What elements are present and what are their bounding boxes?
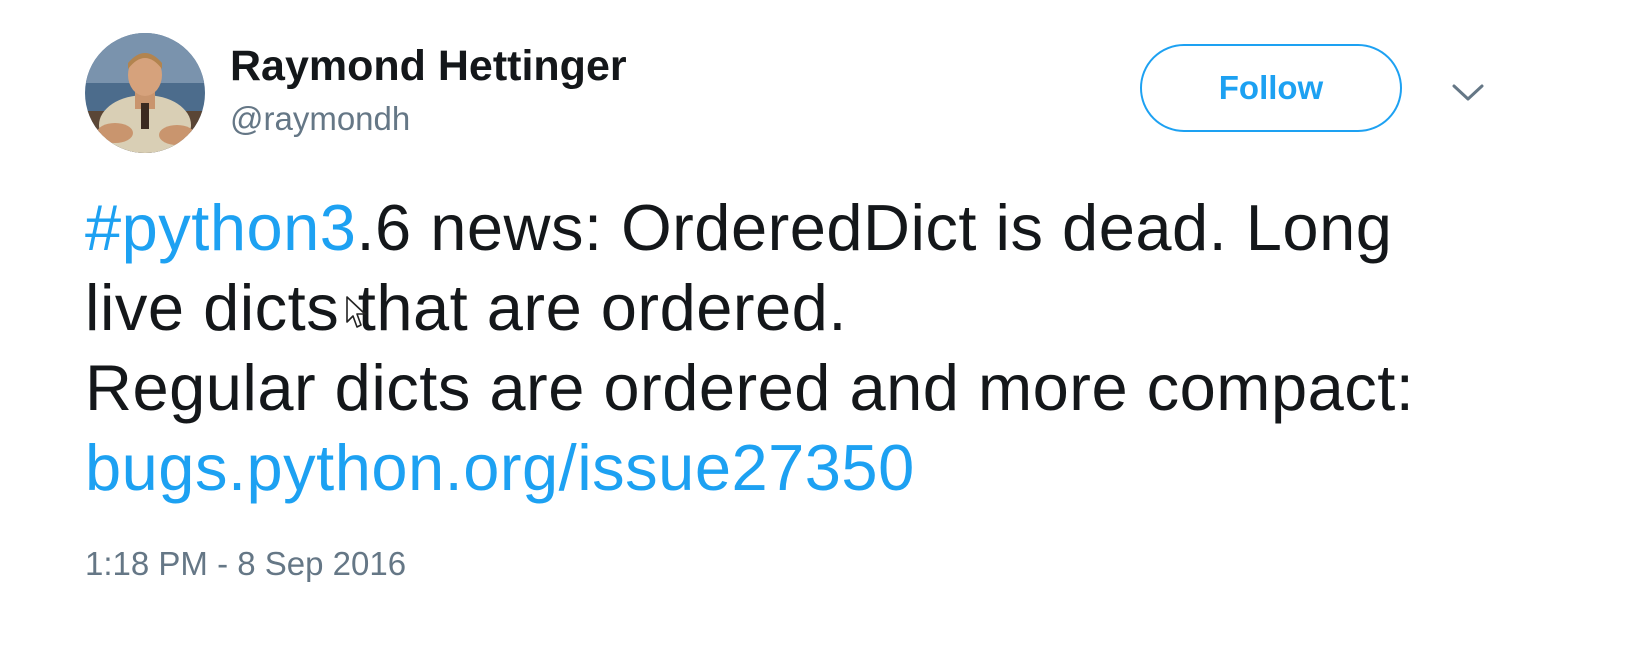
author-avatar[interactable] (85, 33, 205, 153)
tweet-text-line-2: live dicts that are ordered. (85, 271, 847, 344)
follow-button[interactable]: Follow (1140, 44, 1402, 132)
chevron-down-icon[interactable] (1448, 76, 1488, 108)
hashtag-link[interactable]: #python3 (85, 191, 356, 264)
tweet-text: #python3.6 news: OrderedDict is dead. Lo… (85, 188, 1565, 508)
tweet-text-line-1: #python3.6 news: OrderedDict is dead. Lo… (85, 188, 1565, 268)
tweet-timestamp[interactable]: 1:18 PM - 8 Sep 2016 (85, 542, 406, 586)
author-handle[interactable]: @raymondh (230, 96, 410, 142)
tweet-text-segment: .6 news: OrderedDict is dead. Long (356, 191, 1393, 264)
tweet-text-line-3: Regular dicts are ordered and more compa… (85, 351, 1415, 424)
issue-link[interactable]: bugs.python.org/issue27350 (85, 431, 915, 504)
tweet-text-line-4: bugs.python.org/issue27350 (85, 428, 1565, 508)
tweet-card: Raymond Hettinger @raymondh Follow #pyth… (0, 0, 1652, 656)
author-display-name[interactable]: Raymond Hettinger (230, 38, 627, 94)
user-photo-icon (85, 33, 205, 153)
